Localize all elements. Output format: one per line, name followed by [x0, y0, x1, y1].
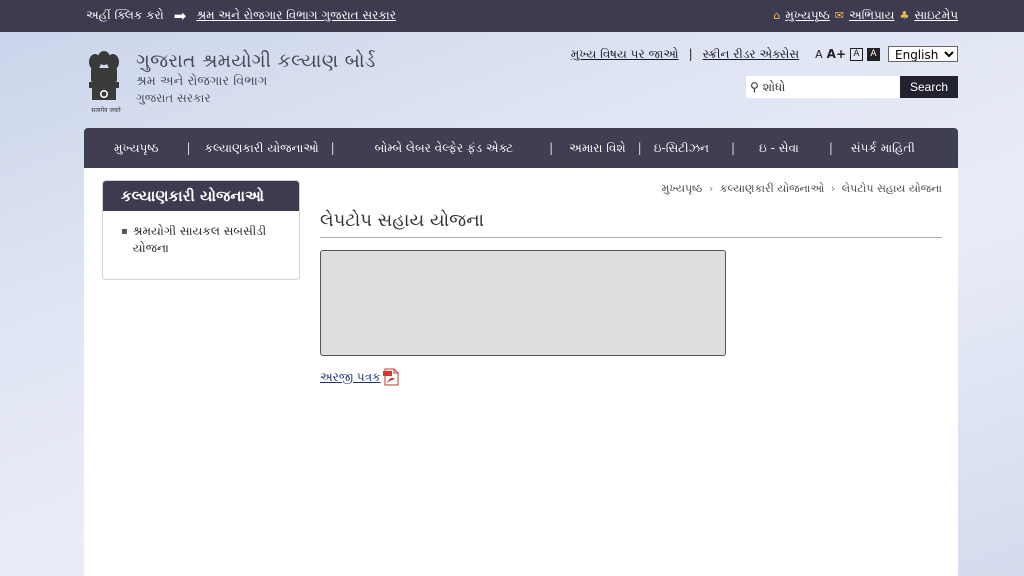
home-link[interactable]: મુખ્યપૃષ્ઠ — [785, 8, 829, 23]
mail-icon: ✉ — [834, 9, 844, 22]
top-bar: અહીં ક્લિક કરો ➡ શ્રમ અને રોજગાર વિભાગ ગ… — [0, 0, 1024, 32]
font-controls: A A+ A A — [815, 47, 880, 61]
nav-item-e-seva[interactable]: ઇ - સેવા — [735, 141, 811, 156]
breadcrumb-home[interactable]: મુખ્યપૃષ્ઠ — [662, 182, 703, 195]
page-container: सत्यमेव जयते ગુજરાત શ્રમયોગી કલ્યાણ બોર્… — [84, 32, 958, 576]
language-select[interactable]: English — [888, 46, 958, 62]
application-form-link-row: અરજી પત્રક — [320, 368, 399, 386]
search-bar: ⚲ શોધો Search — [746, 76, 958, 98]
breadcrumb-separator: › — [830, 182, 836, 195]
header-links: મુખ્ય વિષય પર જાઓ | સ્ક્રીન રીડર એક્સેસ … — [571, 46, 958, 62]
separator: | — [688, 47, 693, 61]
site-subtitle: શ્રમ અને રોજગાર વિભાગ — [136, 74, 268, 89]
header: सत्यमेव जयते ગુજરાત શ્રમયોગી કલ્યાણ બોર્… — [84, 32, 958, 128]
font-large-button[interactable]: A+ — [827, 47, 846, 61]
nav-item-home[interactable]: મુખ્યપૃષ્ઠ — [84, 141, 170, 156]
feedback-link[interactable]: અભિપ્રાય — [849, 8, 895, 23]
pdf-icon[interactable] — [382, 368, 399, 386]
nav-item-contact[interactable]: સંપર્ક માહિતી — [833, 141, 927, 156]
national-emblem-icon[interactable] — [84, 48, 124, 108]
site-government: ગુજરાત સરકાર — [136, 91, 211, 105]
sitemap-link[interactable]: સાઇટમેપ — [914, 8, 958, 23]
department-link[interactable]: શ્રમ અને રોજગાર વિભાગ ગુજરાત સરકાર — [196, 8, 396, 23]
search-button[interactable]: Search — [900, 76, 958, 98]
click-here-text: અહીં ક્લિક કરો — [86, 8, 164, 22]
arrow-right-icon: ➡ — [173, 6, 187, 25]
skip-to-main-link[interactable]: મુખ્ય વિષય પર જાઓ — [571, 47, 679, 62]
main-nav: મુખ્યપૃષ્ઠ | કલ્યાણકારી યોજનાઓ | બોમ્બે … — [84, 128, 958, 168]
sidebar: કલ્યાણકારી યોજનાઓ ▪ શ્રમયોગી સાયકલ સબસીડ… — [102, 180, 300, 280]
application-form-link[interactable]: અરજી પત્રક — [320, 370, 381, 385]
sidebar-heading: કલ્યાણકારી યોજનાઓ — [103, 181, 299, 211]
home-icon: ⌂ — [773, 9, 781, 22]
content-area: કલ્યાણકારી યોજનાઓ ▪ શ્રમયોગી સાયકલ સબસીડ… — [84, 168, 958, 576]
nav-item-labour-welfare-act[interactable]: બોમ્બે લેબર વેલ્ફેર ફંડ એક્ટ — [335, 141, 525, 156]
font-small-button[interactable]: A — [815, 48, 823, 61]
breadcrumb-current: લેપટોપ સહાય યોજના — [841, 182, 942, 195]
page-title: લેપટોપ સહાય યોજના — [320, 210, 942, 238]
brand[interactable]: ગુજરાત શ્રમયોગી કલ્યાણ બોર્ડ શ્રમ અને રો… — [136, 50, 375, 106]
breadcrumb: મુખ્યપૃષ્ઠ › કલ્યાણકારી યોજનાઓ › લેપટોપ … — [662, 182, 942, 196]
search-input-value: શોધો — [762, 79, 786, 94]
contrast-high-button[interactable]: A — [867, 47, 880, 61]
site-title: ગુજરાત શ્રમયોગી કલ્યાણ બોર્ડ — [136, 50, 376, 72]
sidebar-item-cycle-subsidy[interactable]: ▪ શ્રમયોગી સાયકલ સબસીડી યોજના — [121, 223, 281, 257]
sidebar-item-label: શ્રમયોગી સાયકલ સબસીડી યોજના — [132, 224, 267, 255]
breadcrumb-welfare-schemes[interactable]: કલ્યાણકારી યોજનાઓ — [720, 182, 825, 195]
nav-item-welfare-schemes[interactable]: કલ્યાણકારી યોજનાઓ — [190, 141, 330, 156]
image-placeholder — [320, 250, 726, 356]
breadcrumb-separator: › — [708, 182, 714, 195]
contrast-normal-button[interactable]: A — [850, 47, 863, 61]
sitemap-icon: ♣ — [899, 9, 910, 22]
emblem-caption: सत्यमेव जयते — [91, 107, 121, 114]
nav-item-about-us[interactable]: અમારા વિશે — [553, 141, 637, 156]
search-icon: ⚲ — [750, 80, 759, 94]
bullet-icon: ▪ — [121, 226, 128, 237]
search-input[interactable]: ⚲ શોધો — [746, 76, 900, 98]
screen-reader-link[interactable]: સ્ક્રીન રીડર એક્સેસ — [703, 47, 800, 62]
nav-item-e-citizen[interactable]: ઇ-સિટીઝન — [642, 141, 721, 156]
